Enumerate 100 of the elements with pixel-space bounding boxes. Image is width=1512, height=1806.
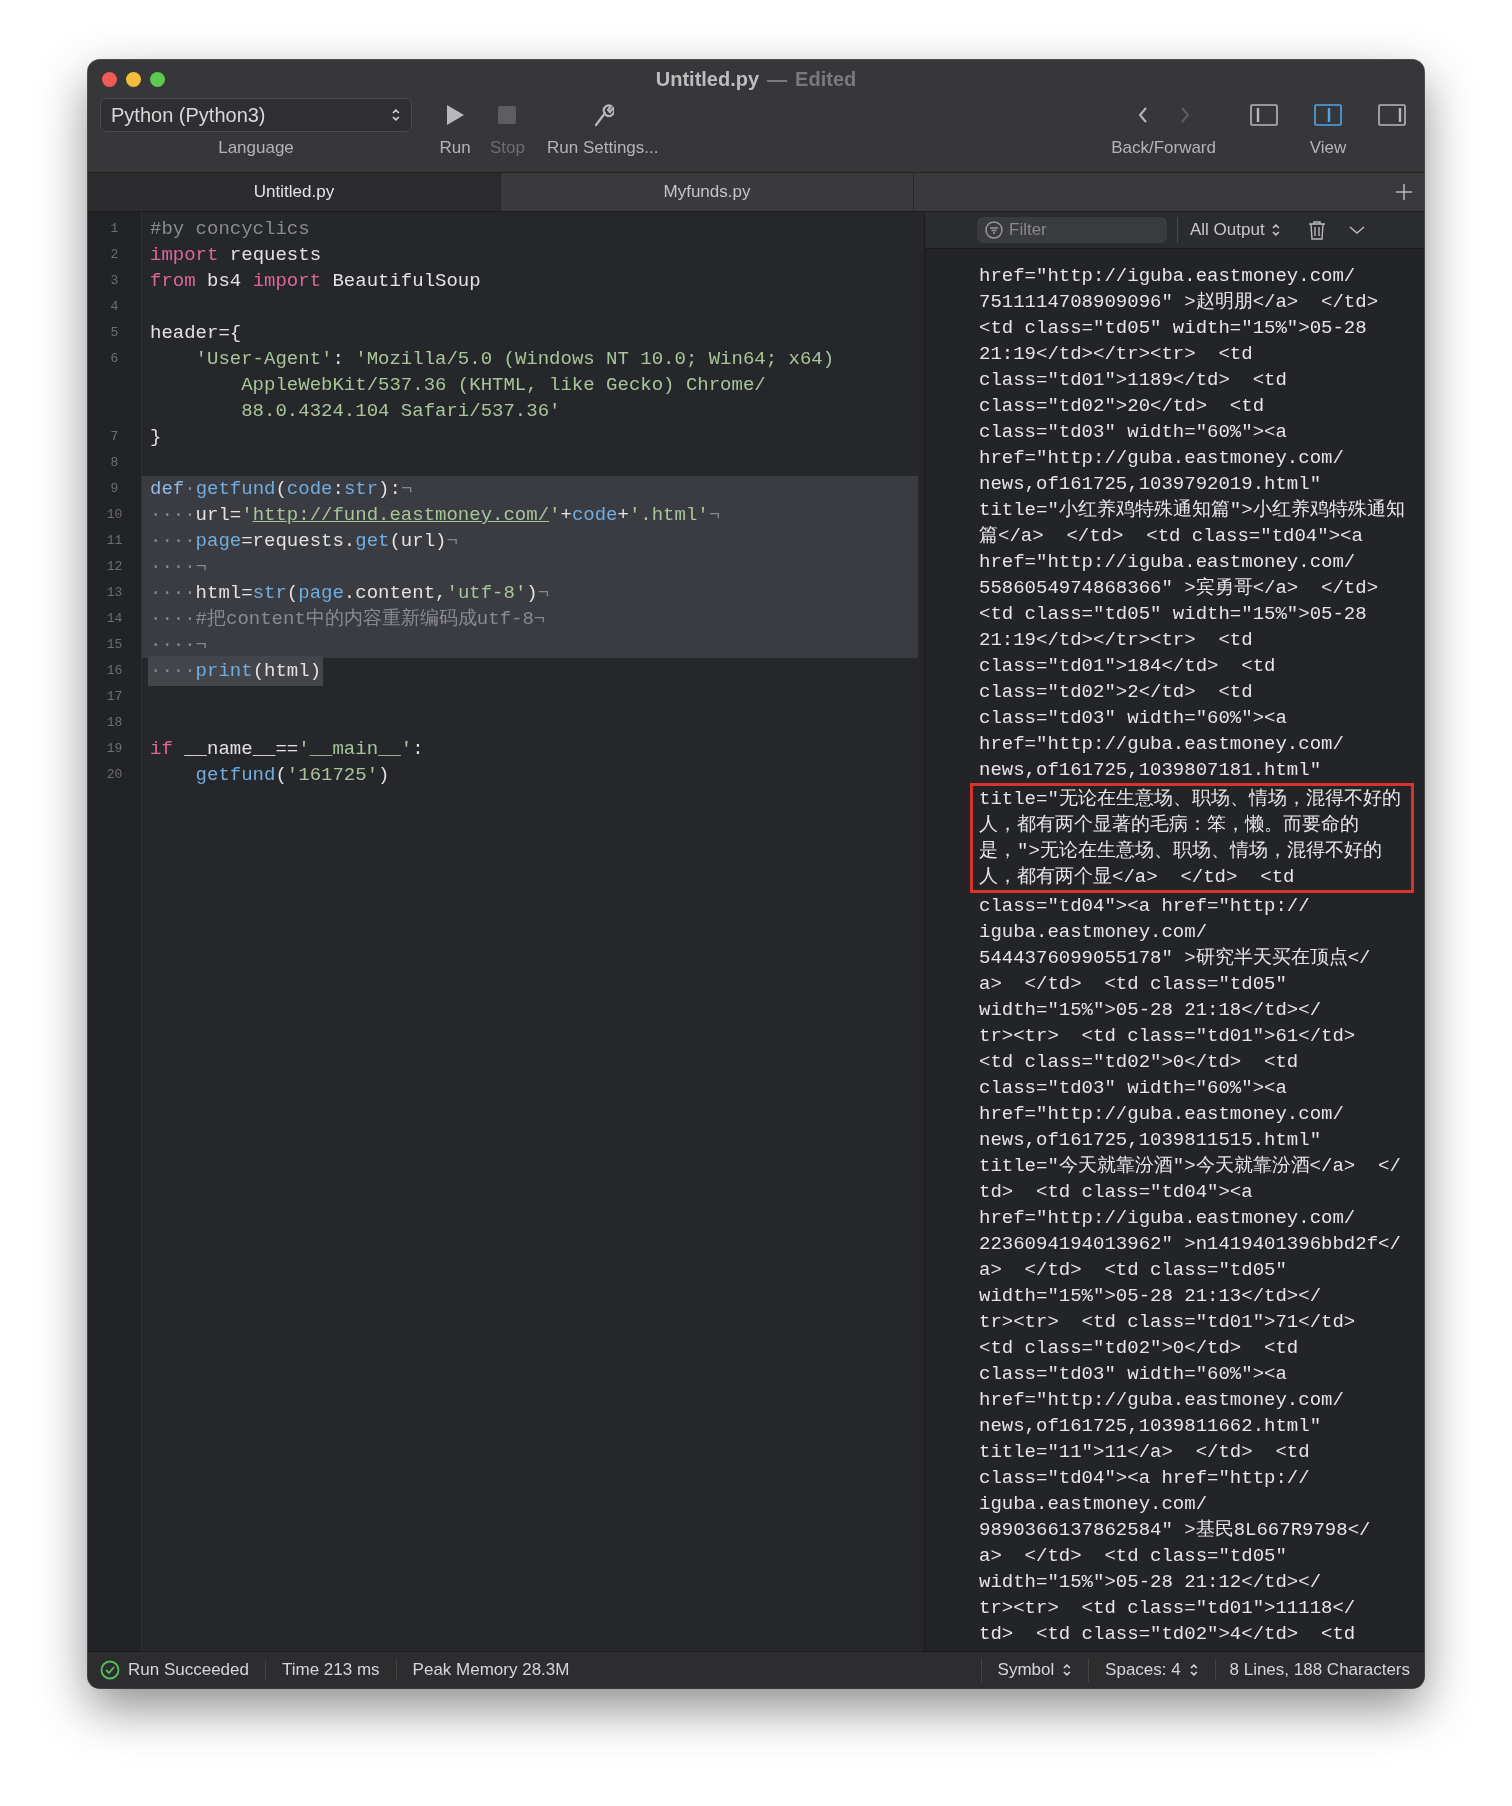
code-line: }	[150, 425, 162, 450]
output-line: <td class="td05" width="15%">05-28	[979, 316, 1368, 341]
output-line: title="小红养鸡特殊通知篇">小红养鸡特殊通知	[979, 498, 1406, 523]
document-counts: 8 Lines, 188 Characters	[1214, 1660, 1424, 1680]
output-line: class="td02">20</td> <td	[979, 394, 1266, 419]
line-number: 9	[109, 480, 120, 498]
output-line: class="td03" width="60%"><a	[979, 420, 1288, 445]
code-line: getfund('161725')	[194, 763, 390, 788]
code-line: AppleWebKit/537.36 (KHTML, like Gecko) Chrome/	[240, 373, 766, 398]
code-line: import requests	[150, 243, 322, 268]
output-line: class="td01">1189</td> <td	[979, 368, 1288, 393]
output-line: 人，都有两个显</a> </td> <td	[979, 865, 1296, 890]
output-line: td> <td class="td02">4</td> <td	[979, 1622, 1357, 1647]
line-number: 16	[105, 662, 124, 680]
output-line: class="td02">2</td> <td	[979, 680, 1254, 705]
updown-icon	[1270, 223, 1281, 237]
language-label: Language	[218, 138, 294, 158]
line-number: 3	[109, 272, 120, 290]
output-line: title="11">11</a> </td> <td	[979, 1440, 1311, 1465]
output-line: 5444376099055178" >研究半天买在顶点</	[979, 946, 1372, 971]
code-line: if __name__=='__main__':	[150, 737, 424, 762]
file-tab[interactable]: Untitled.py	[88, 173, 501, 211]
line-number: 2	[109, 246, 120, 264]
line-number: 19	[105, 740, 124, 758]
view-label: View	[1309, 138, 1347, 158]
output-line: href="http://iguba.eastmoney.com/	[979, 550, 1357, 575]
code-line: def·getfund(code:str):¬	[150, 477, 413, 502]
symbol-popup[interactable]: Symbol	[980, 1658, 1089, 1682]
output-line: tr><tr> <td class="td01">11118</	[979, 1596, 1357, 1621]
output-line: iguba.eastmoney.com/	[979, 1492, 1209, 1517]
line-number: 17	[105, 688, 124, 706]
output-line: width="15%">05-28 21:18</td></	[979, 998, 1323, 1023]
output-line: tr><tr> <td class="td01">61</td>	[979, 1024, 1357, 1049]
run-status-text: Run Succeeded	[128, 1660, 249, 1680]
output-line: news,of161725,1039811515.html"	[979, 1128, 1323, 1153]
output-line: width="15%">05-28 21:12</td></	[979, 1570, 1323, 1595]
output-line: class="td03" width="60%"><a	[979, 706, 1288, 731]
indentation-popup[interactable]: Spaces: 4	[1088, 1658, 1215, 1682]
output-line: 人，都有两个显著的毛病：笨，懒。而要命的	[979, 813, 1360, 838]
output-line: iguba.eastmoney.com/	[979, 920, 1209, 945]
output-line: 5586054974868366" >宾勇哥</a> </td>	[979, 576, 1380, 601]
output-line: href="http://guba.eastmoney.com/	[979, 732, 1345, 757]
code-line: 88.0.4324.104 Safari/537.36'	[240, 399, 561, 424]
line-number: 12	[105, 558, 124, 576]
output-scope-popup[interactable]: All Output	[1177, 217, 1293, 243]
line-number: 6	[109, 350, 120, 368]
output-line: a> </td> <td class="td05"	[979, 1258, 1288, 1283]
output-line: a> </td> <td class="td05"	[979, 972, 1288, 997]
title-separator: —	[767, 67, 788, 91]
line-number: 14	[105, 610, 124, 628]
output-line: 2236094194013962" >n1419401396bbd2f</	[979, 1232, 1402, 1257]
output-line: href="http://guba.eastmoney.com/	[979, 1388, 1345, 1413]
code-line: ····url='http://fund.eastmoney.com/'+code+'.html'¬	[150, 503, 721, 528]
code-line: ····#把content中的内容重新编码成utf-8¬	[150, 607, 546, 632]
output-line: class="td04"><a href="http://	[979, 1466, 1311, 1491]
output-line: 是，">无论在生意场、职场、情场，混得不好的	[979, 839, 1383, 864]
output-line: href="http://guba.eastmoney.com/	[979, 446, 1345, 471]
line-number: 7	[109, 428, 120, 446]
peak-memory: Peak Memory 28.3M	[411, 1660, 571, 1680]
code-line: header={	[150, 321, 242, 346]
output-line: <td class="td02">0</td> <td	[979, 1050, 1300, 1075]
minimize-button[interactable]	[126, 72, 141, 87]
code-line: from bs4 import BeautifulSoup	[150, 269, 481, 294]
back-forward-label: Back/Forward	[1111, 138, 1216, 158]
close-button[interactable]	[102, 72, 117, 87]
code-line: ····¬	[150, 555, 207, 580]
line-number: 13	[105, 584, 124, 602]
code-line: #by concyclics	[150, 217, 310, 242]
output-line: <td class="td05" width="15%">05-28	[979, 602, 1368, 627]
line-number: 18	[105, 714, 124, 732]
output-line: class="td03" width="60%"><a	[979, 1076, 1288, 1101]
output-line: href="http://iguba.eastmoney.com/	[979, 264, 1357, 289]
run-time: Time 213 ms	[266, 1660, 397, 1680]
language-popup[interactable]: Python (Python3)	[100, 98, 412, 132]
output-line: tr><tr> <td class="td01">71</td>	[979, 1310, 1357, 1335]
output-line: 21:19</td></tr><tr> <td	[979, 628, 1254, 653]
output-line: title="无论在生意场、职场、情场，混得不好的	[979, 787, 1402, 812]
code-line: ····html=str(page.content,'utf-8')¬	[150, 581, 550, 606]
output-line: width="15%">05-28 21:13</td></	[979, 1284, 1323, 1309]
code-line: ····page=requests.get(url)¬	[150, 529, 458, 554]
zoom-button[interactable]	[150, 72, 165, 87]
output-line: 9890366137862584" >基民8L667R9798</	[979, 1518, 1372, 1543]
window-title: Untitled.py	[655, 67, 760, 91]
edited-status: Edited	[795, 67, 857, 91]
filter-field[interactable]: Filter	[977, 217, 1167, 243]
updown-icon	[1188, 1663, 1199, 1677]
updown-icon	[391, 108, 401, 122]
output-line: href="http://guba.eastmoney.com/	[979, 1102, 1345, 1127]
output-line: news,of161725,1039807181.html"	[979, 758, 1323, 783]
code-line: 'User-Agent': 'Mozilla/5.0 (Windows NT 10.0; Win64; x64)	[194, 347, 835, 372]
updown-icon	[1062, 1663, 1073, 1677]
line-number: 4	[109, 298, 120, 316]
code-line: ····¬	[150, 633, 207, 658]
line-number: 10	[105, 506, 124, 524]
line-number: 15	[105, 636, 124, 654]
output-line: <td class="td02">0</td> <td	[979, 1336, 1300, 1361]
output-line: news,of161725,1039792019.html"	[979, 472, 1323, 497]
output-line: href="http://iguba.eastmoney.com/	[979, 1206, 1357, 1231]
run-settings-label: Run Settings...	[547, 138, 659, 158]
output-line: title="今天就靠汾酒">今天就靠汾酒</a> </	[979, 1154, 1402, 1179]
